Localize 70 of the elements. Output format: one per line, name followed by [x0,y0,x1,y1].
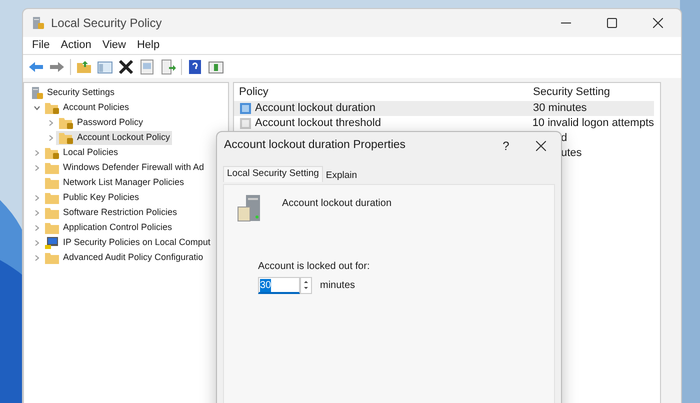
maximize-icon [607,18,617,28]
menu-item[interactable]: Help [132,37,165,54]
delete-icon[interactable] [118,58,134,74]
folder-icon [44,160,60,174]
expand-chevron-icon[interactable] [48,120,54,126]
minutes-input[interactable]: 30 [258,277,300,294]
server-lock-icon [31,16,45,30]
expand-chevron-icon[interactable] [34,194,40,200]
close-icon [653,18,663,28]
tree-item[interactable]: Windows Defender Firewall with Ad [42,160,206,174]
locked-folder-icon [58,116,74,130]
unit-label: minutes [320,279,356,293]
tree-item[interactable]: Password Policy [56,116,146,130]
tree-item[interactable]: Advanced Audit Policy Configuratio [42,250,206,264]
close-icon [536,141,546,151]
tree-item[interactable]: Application Control Policies [42,220,174,234]
help-button[interactable]: ? [491,133,521,159]
tree-item[interactable]: IP Security Policies on Local Comput [42,236,212,250]
folder-up-icon[interactable] [76,58,92,74]
tree-item[interactable]: Account Policies [42,100,132,114]
table-cell-text: Account lockout threshold [255,116,381,132]
collapse-chevron-icon[interactable] [34,104,40,110]
menu-item[interactable]: File [27,37,55,54]
expand-chevron-icon[interactable] [34,240,40,246]
expand-chevron-icon[interactable] [34,164,40,170]
table-cell-text: utes [561,146,582,162]
dialog-tab[interactable]: Local Security Setting [223,166,323,182]
expand-chevron-icon[interactable] [34,224,40,230]
menu-item[interactable]: View [97,37,131,54]
table-cell-text: 10 invalid logon attempts [532,116,654,132]
computer-icon [44,236,60,250]
field-label: Account is locked out for: [258,260,371,274]
pane-toggle-icon[interactable] [97,58,113,74]
expand-chevron-icon[interactable] [34,150,40,156]
dialog-title: Account lockout duration Properties [224,138,406,154]
tree-item[interactable]: Security Settings [28,86,117,100]
server-lock-icon [30,86,44,100]
folder-icon [44,250,60,264]
locked-folder-icon [44,100,60,114]
expand-chevron-icon[interactable] [34,254,40,260]
table-cell-text: Account lockout duration [255,101,376,116]
list-row[interactable]: Account lockout threshold 10 invalid logon attempts [234,116,654,131]
table-cell-text: 30 minutes [533,101,587,116]
tree-item[interactable]: Local Policies [42,146,120,160]
folder-icon [44,220,60,234]
properties-icon[interactable] [139,58,155,74]
folder-icon [44,206,60,220]
help-icon[interactable] [187,58,203,74]
spin-buttons[interactable] [300,277,312,294]
folder-icon [44,176,60,190]
tree-item[interactable]: Public Key Policies [42,190,142,204]
column-header[interactable]: Policy [234,84,528,100]
policy-name: Account lockout duration [282,197,392,211]
tree-item[interactable]: Network List Manager Policies [42,176,186,190]
policy-icon [239,117,252,130]
list-row[interactable]: Account lockout duration 30 minutes [234,101,654,116]
menu-item[interactable]: Action [56,37,96,54]
tree-item[interactable]: Software Restriction Policies [42,206,180,220]
expand-chevron-icon[interactable] [48,134,54,140]
policy-icon [239,102,252,115]
window-title: Local Security Policy [51,15,162,32]
pane-view-icon[interactable] [208,58,224,74]
locked-folder-icon [44,146,60,160]
folder-icon [44,190,60,204]
column-header[interactable]: Security Setting [528,84,610,100]
dialog-tab[interactable]: Explain [322,168,360,184]
expand-chevron-icon[interactable] [34,210,40,216]
locked-folder-icon [58,130,74,144]
export-icon[interactable] [160,58,176,74]
tree-item[interactable]: Account Lockout Policy [56,130,172,144]
